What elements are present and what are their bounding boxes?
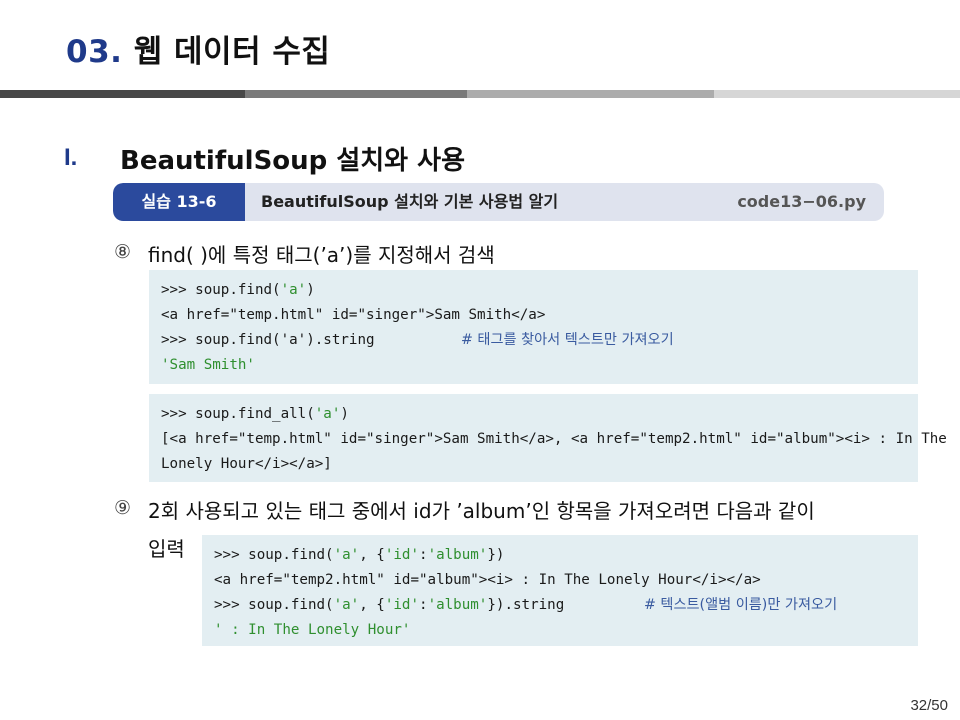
step-text: 2회 사용되고 있는 태그 중에서 id가 ’album’인 항목을 가져오려면… [148,499,815,523]
section-number: I. [64,144,78,171]
header-divider [0,90,960,98]
chapter-number: 03. [66,34,123,70]
step-number: ⑧ [114,241,132,263]
exercise-tag: 실습 13-6 [113,183,245,221]
code-line: >>> soup.find_all('a') [161,406,349,422]
code-block: >>> soup.find('a', {'id':'album'}) <a hr… [202,535,918,646]
code-block: >>> soup.find_all('a') [<a href="temp.ht… [149,394,947,482]
code-line: 'Sam Smith' [161,357,255,373]
code-line: <a href="temp.html" id="singer">Sam Smit… [161,307,546,323]
code-line: <a href="temp2.html" id="album"><i> : In… [214,572,761,588]
step-text-continued: 입력 [148,537,185,561]
exercise-title: BeautifulSoup 설치와 기본 사용법 알기 [261,192,559,211]
code-line: Lonely Hour</i></a>] [161,456,332,472]
code-line: [<a href="temp.html" id="singer">Sam Smi… [161,431,947,447]
code-line: >>> soup.find('a').string # 태그를 찾아서 텍스트만 … [161,328,906,353]
page-number: 32/50 [910,697,948,714]
step-text: find( )에 특정 태그(’a’)를 지정해서 검색 [148,243,495,267]
code-line: ' : In The Lonely Hour' [214,622,411,638]
page-title: 03. 웹 데이터 수집 [66,26,330,71]
code-block: >>> soup.find('a') <a href="temp.html" i… [149,270,918,384]
step-number: ⑨ [114,497,132,519]
exercise-filename: code13−06.py [737,192,866,211]
section-title: BeautifulSoup 설치와 사용 [120,146,465,176]
code-comment: # 텍스트(앨범 이름)만 가져오기 [644,597,838,613]
code-line: >>> soup.find('a', {'id':'album'}).strin… [214,593,906,618]
code-line: >>> soup.find('a') [161,282,315,298]
code-line: >>> soup.find('a', {'id':'album'}) [214,547,505,563]
chapter-title: 웹 데이터 수집 [133,34,331,70]
exercise-banner: 실습 13-6 BeautifulSoup 설치와 기본 사용법 알기 code… [113,183,884,221]
code-comment: # 태그를 찾아서 텍스트만 가져오기 [461,332,674,348]
